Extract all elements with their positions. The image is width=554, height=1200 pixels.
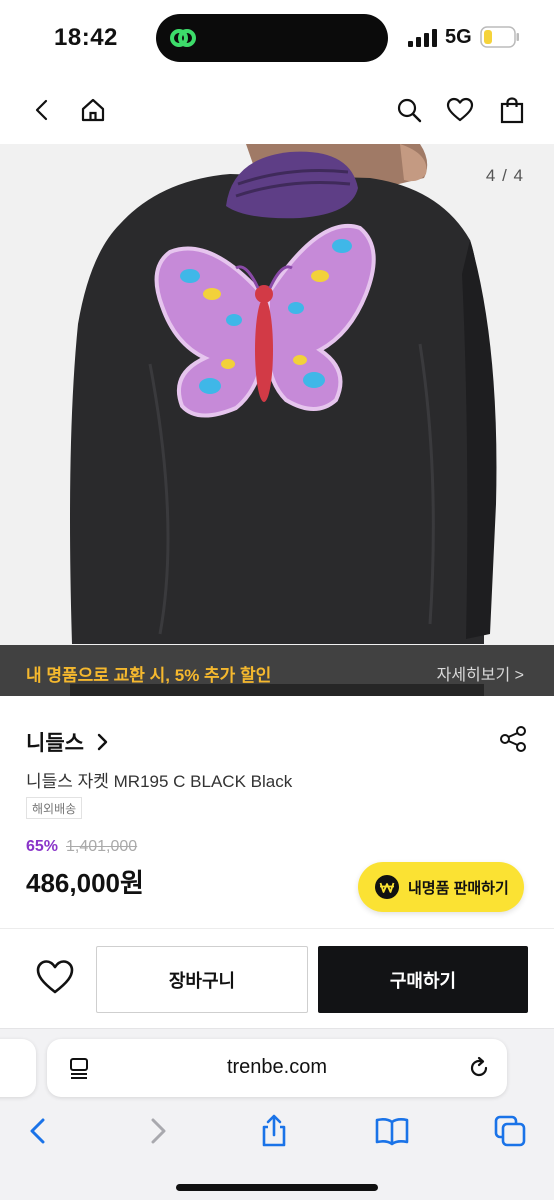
original-price: 1,401,000 xyxy=(66,838,138,855)
shipping-badge: 해외배송 xyxy=(26,797,83,819)
search-icon xyxy=(397,98,422,123)
share-sheet-icon[interactable] xyxy=(256,1113,292,1149)
network-type: 5G xyxy=(445,26,472,48)
wishlist-button[interactable] xyxy=(440,90,480,130)
sale-price: 486,000원 xyxy=(26,868,144,898)
brand-name: 니들스 xyxy=(26,732,84,755)
home-indicator xyxy=(176,1184,378,1191)
search-button[interactable] xyxy=(389,90,429,130)
promo-banner[interactable]: 내 명품으로 교환 시, 5% 추가 할인 자세히보기 > xyxy=(0,645,554,696)
top-nav xyxy=(0,76,554,144)
back-button[interactable] xyxy=(22,90,62,130)
share-icon[interactable] xyxy=(498,724,528,754)
promo-details-link[interactable]: 자세히보기 > xyxy=(437,661,524,685)
cart-button[interactable] xyxy=(492,90,532,130)
address-bar[interactable]: trenbe.com xyxy=(47,1039,507,1097)
discount-rate: 65% xyxy=(26,838,59,855)
back-icon xyxy=(35,99,48,121)
status-time: 18:42 xyxy=(54,24,118,51)
tabs-icon[interactable] xyxy=(492,1113,528,1149)
promo-text: 내 명품으로 교환 시, 5% 추가 할인 xyxy=(26,666,272,685)
sell-my-luxury-button[interactable]: 내명품 판매하기 xyxy=(358,862,524,912)
shopping-bag-icon xyxy=(500,97,524,124)
chevron-right-icon xyxy=(97,733,108,751)
browser-forward-icon[interactable] xyxy=(140,1113,176,1149)
battery-icon xyxy=(480,26,519,48)
add-to-cart-button[interactable]: 장바구니 xyxy=(96,946,308,1013)
browser-toolbar: trenbe.com xyxy=(0,1028,554,1200)
purchase-action-bar: 장바구니 구매하기 xyxy=(0,928,554,1028)
url-text: trenbe.com xyxy=(226,1056,328,1078)
bookmarks-icon[interactable] xyxy=(374,1113,410,1149)
jacket-photo xyxy=(70,144,497,696)
heart-icon xyxy=(446,97,474,122)
browser-back-icon[interactable] xyxy=(20,1113,56,1149)
dynamic-island xyxy=(156,14,388,62)
previous-tab-preview[interactable] xyxy=(0,1039,36,1097)
product-info: 니들스 니들스 자켓 MR195 C BLACK Black 해외배송 65% … xyxy=(0,696,554,928)
wishlist-heart-icon[interactable] xyxy=(34,957,76,999)
brand-link[interactable]: 니들스 xyxy=(26,727,112,757)
image-counter: 4 / 4 xyxy=(485,166,524,185)
signal-icon xyxy=(408,29,437,47)
home-button[interactable] xyxy=(73,90,113,130)
won-coin-icon xyxy=(375,875,399,899)
reload-icon[interactable] xyxy=(467,1056,491,1080)
buy-now-button[interactable]: 구매하기 xyxy=(318,946,528,1013)
product-image[interactable]: 4 / 4 xyxy=(0,144,554,696)
status-bar: 18:42 5G xyxy=(0,0,554,76)
home-icon xyxy=(81,98,105,122)
product-name: 니들스 자켓 MR195 C BLACK Black xyxy=(26,772,293,791)
link-icon xyxy=(170,29,196,47)
sell-button-label: 내명품 판매하기 xyxy=(408,879,509,897)
